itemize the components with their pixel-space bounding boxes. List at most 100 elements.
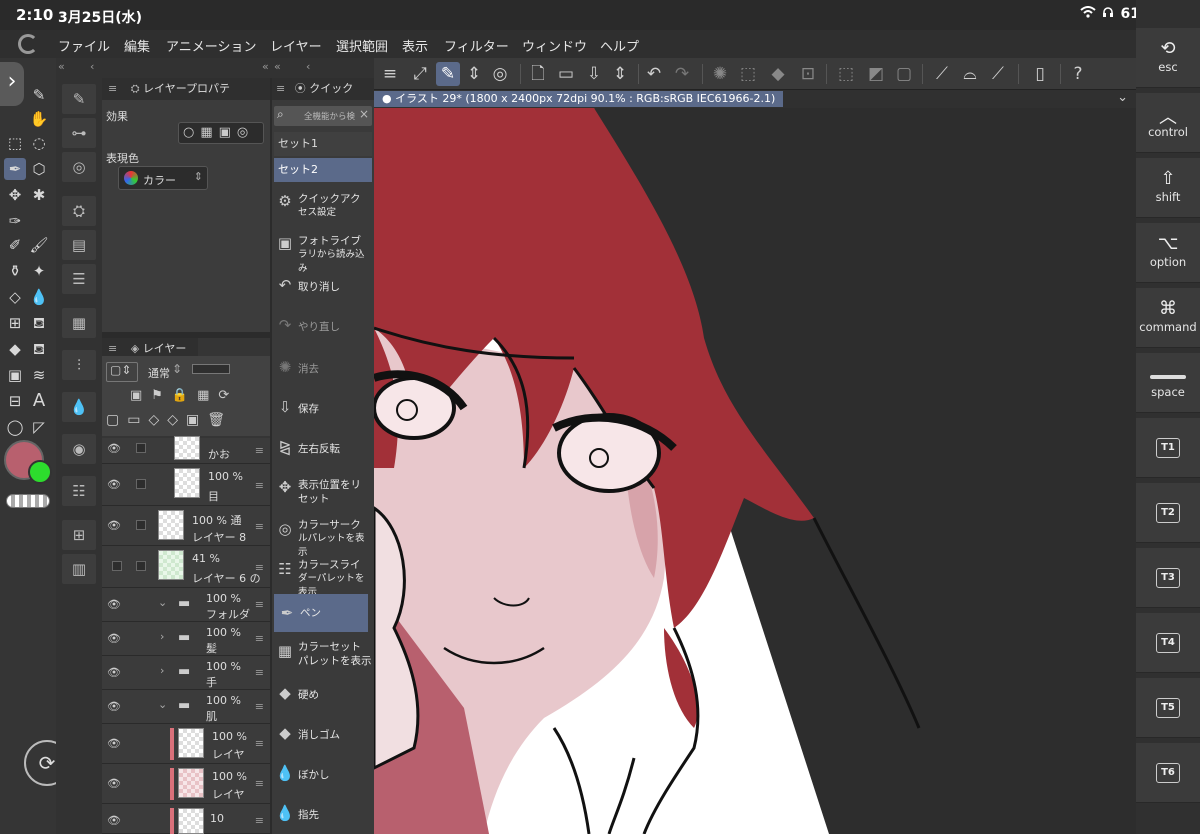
menu-filter[interactable]: フィルター	[444, 36, 509, 55]
qa-redo[interactable]: ↷ やり直し	[272, 312, 374, 342]
special-ruler-icon[interactable]: ⌓	[958, 62, 982, 86]
menu-icon[interactable]: ≡	[378, 62, 402, 86]
clear-icon[interactable]: ✺	[708, 62, 732, 86]
document-tab[interactable]: ● イラスト 29* (1800 x 2400px 72dpi 90.1% : …	[374, 91, 784, 107]
fit-screen-icon[interactable]: ⤢	[408, 62, 432, 86]
chevron-down-icon[interactable]: ⌄	[158, 596, 167, 609]
save-icon[interactable]: ⇩	[582, 62, 606, 86]
redo-icon[interactable]: ↷	[670, 62, 694, 86]
layer-menu-icon[interactable]: ≡	[255, 479, 264, 492]
menu-help[interactable]: ヘルプ	[600, 36, 639, 55]
qa-save[interactable]: ⇩ 保存	[272, 394, 374, 424]
shift-key[interactable]: ⇧ shift	[1136, 158, 1200, 218]
qa-reset-view[interactable]: ✥ 表示位置をリ セット	[272, 474, 374, 514]
timeline-icon[interactable]: ⊞	[62, 520, 96, 550]
layer-row-eyes[interactable]: 👁 100 % 目 ≡	[102, 464, 270, 506]
layer-menu-icon[interactable]: ≡	[255, 777, 264, 790]
layers-icon[interactable]: ☰	[62, 264, 96, 294]
t4-key[interactable]: T4	[1136, 613, 1200, 673]
gradient-icon[interactable]: ▣	[4, 364, 26, 386]
layer-menu-icon[interactable]: ≡	[255, 737, 264, 750]
layer-row-sub2[interactable]: 👁 100 % レイヤ ≡	[102, 764, 270, 804]
layer-menu-icon[interactable]: ≡	[255, 444, 264, 457]
eyedropper-icon[interactable]: ✑	[4, 210, 26, 232]
panel-menu-icon-2[interactable]: ≡	[108, 342, 117, 355]
layer-menu-icon[interactable]: ≡	[255, 520, 264, 533]
quick-set-2[interactable]: セット2	[274, 158, 372, 182]
quick-search-box[interactable]: ⌕ 全機能から検 ×	[274, 106, 372, 126]
swirl-icon[interactable]: ◎	[488, 62, 512, 86]
pen-active-icon[interactable]: ✒	[4, 158, 26, 180]
eye-icon[interactable]: 👁	[107, 814, 121, 827]
control-key[interactable]: ︿ control	[1136, 93, 1200, 153]
expression-color-select[interactable]: カラー ⇕	[118, 166, 208, 190]
collapse-left-icon-2[interactable]: «	[274, 60, 281, 73]
chevron-down-icon[interactable]: ⌄	[1117, 90, 1128, 105]
help-icon[interactable]: ?	[1066, 62, 1090, 86]
grid-icon[interactable]: ⊞	[4, 312, 26, 334]
eye-icon[interactable]: 👁	[107, 632, 121, 645]
frame-icon[interactable]: ⊟	[4, 390, 26, 412]
brush-icon[interactable]: 🖌	[28, 234, 50, 256]
qa-blur[interactable]: 💧 ぼかし	[272, 760, 374, 790]
qa-color-slider[interactable]: ☷ カラースライ ダーパレットを表示	[272, 556, 374, 598]
chevron-right-icon[interactable]: ›	[160, 630, 164, 643]
qa-color-set[interactable]: ▦ カラーセット パレットを表示	[272, 638, 374, 678]
t2-key[interactable]: T2	[1136, 483, 1200, 543]
menu-view[interactable]: 表示	[402, 36, 428, 55]
list-icon[interactable]: ☷	[62, 476, 96, 506]
fill-bucket-icon[interactable]: ⛾	[28, 312, 50, 334]
effect-buttons[interactable]: ○▦▣◎	[178, 122, 264, 144]
layer-checkbox[interactable]	[112, 561, 122, 571]
magic-wand-icon[interactable]: ✱	[28, 184, 50, 206]
qa-hard[interactable]: ◆ 硬め	[272, 680, 374, 710]
record-icon[interactable]: ◉	[62, 434, 96, 464]
airbrush-icon[interactable]: ⚱	[4, 260, 26, 282]
menu-animation[interactable]: アニメーション	[166, 36, 256, 55]
blend-mode-stepper-icon[interactable]: ⇕	[172, 362, 182, 376]
collapse-icon-2[interactable]: ‹	[306, 60, 310, 73]
space-key[interactable]: space	[1136, 353, 1200, 413]
qa-finger[interactable]: 💧 指先	[272, 800, 374, 830]
layer-checkbox-2[interactable]	[136, 561, 146, 571]
balloon-icon[interactable]: ◯	[4, 416, 26, 438]
layer-checkbox[interactable]	[136, 443, 146, 453]
blend-mode-label[interactable]: 通常	[148, 365, 170, 381]
deselect-icon[interactable]: ⬚	[834, 62, 858, 86]
eye-icon[interactable]: 👁	[107, 777, 121, 790]
layer-row-8[interactable]: 👁 100 % 通 レイヤー 8 ≡	[102, 506, 270, 546]
decoration-icon[interactable]: ✦	[28, 260, 50, 282]
eye-icon[interactable]: 👁	[107, 519, 121, 532]
collapse-icon[interactable]: ‹	[90, 60, 94, 73]
qa-undo[interactable]: ↶ 取り消し	[272, 272, 374, 302]
grid-snap-icon[interactable]: ⟋	[986, 62, 1010, 86]
tool-adjust-icon[interactable]: ⫶	[62, 350, 96, 380]
layer-row-hair[interactable]: 👁 › ▬ 100 % 髪 ≡	[102, 622, 270, 656]
collapse-right-icon[interactable]: «	[262, 60, 269, 73]
menu-selection[interactable]: 選択範囲	[336, 36, 388, 55]
menu-edit[interactable]: 編集	[124, 36, 150, 55]
qa-photo-library[interactable]: ▣ フォトライブ ラリから読み込み	[272, 230, 374, 274]
eye-icon[interactable]: 👁	[107, 442, 121, 455]
fill-icon[interactable]: ◆	[766, 62, 790, 86]
qa-quick-access-settings[interactable]: ⚙ クイックアク セス設定	[272, 188, 374, 228]
blend-icon-2[interactable]: 💧	[62, 392, 96, 422]
qa-flip-horizontal[interactable]: ⧎ 左右反転	[272, 434, 374, 464]
navigator-icon[interactable]: ▤	[62, 230, 96, 260]
hand-tool-icon[interactable]: ✋	[28, 108, 50, 130]
qa-color-circle[interactable]: ◎ カラーサーク ルパレットを表示	[272, 516, 374, 558]
layer-lock-icons[interactable]: ▣⚑🔒▦⟳	[130, 388, 238, 403]
layer-row-sub1[interactable]: 👁 100 % レイヤ ≡	[102, 724, 270, 764]
film-icon[interactable]: ▥	[62, 554, 96, 584]
menu-window[interactable]: ウィンドウ	[522, 36, 587, 55]
panel-menu-icon-3[interactable]: ≡	[276, 82, 285, 95]
chevron-right-icon[interactable]: ›	[0, 62, 24, 106]
layer-menu-icon[interactable]: ≡	[255, 700, 264, 713]
eye-icon[interactable]: 👁	[107, 700, 121, 713]
eye-icon[interactable]: 👁	[107, 478, 121, 491]
menu-layer[interactable]: レイヤー	[270, 36, 322, 55]
rect-select-icon[interactable]: ⬚	[4, 132, 26, 154]
color-wheel-icon[interactable]: ◎	[62, 152, 96, 182]
layer-row-hand[interactable]: 👁 › ▬ 100 % 手 ≡	[102, 656, 270, 690]
layer-menu-icon[interactable]: ≡	[255, 814, 264, 827]
